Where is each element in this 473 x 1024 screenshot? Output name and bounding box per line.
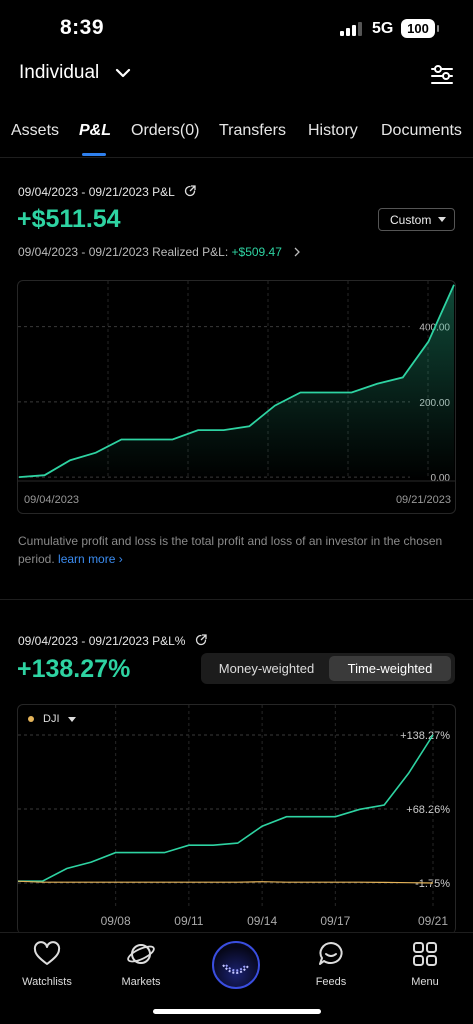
grid-icon <box>413 942 437 966</box>
nav-watchlists[interactable]: Watchlists <box>7 941 87 988</box>
tab-transfers[interactable]: Transfers <box>219 122 286 140</box>
account-selector[interactable]: Individual <box>19 62 99 84</box>
x-start-label: 09/04/2023 <box>24 494 79 506</box>
caret-down-icon <box>438 217 446 222</box>
learn-more-link[interactable]: learn more › <box>58 552 123 566</box>
tab-pnl[interactable]: P&L <box>79 122 111 140</box>
pnl-pct-chart-svg: +138.27%+68.26%-1.75%09/08 09/11 09/14 09/1… <box>18 705 450 928</box>
pnl-description: Cumulative profit and loss is the total … <box>18 532 458 568</box>
weighting-toggle: Money-weighted Time-weighted <box>201 653 455 684</box>
benchmark-dot-icon <box>28 716 34 722</box>
caret-down-icon <box>67 716 76 722</box>
pnl-area-fill <box>19 284 454 479</box>
tab-history[interactable]: History <box>308 122 358 140</box>
tab-active-indicator <box>82 153 106 156</box>
cellular-signal-icon <box>340 22 362 36</box>
learn-more-label: learn more <box>58 552 116 566</box>
realized-pnl-label: 09/04/2023 - 09/21/2023 Realized P&L: <box>18 245 229 259</box>
y-tick-label: +138.27% <box>400 730 450 742</box>
nav-markets[interactable]: Markets <box>101 941 181 988</box>
pnl-pct-value: +138.27% <box>17 655 131 683</box>
x-tick-label: 09/17 <box>320 914 350 928</box>
moomoo-logo-icon[interactable] <box>212 941 260 989</box>
nav-menu[interactable]: Menu <box>385 941 465 988</box>
heart-icon <box>33 941 61 965</box>
x-end-label: 09/21/2023 <box>396 494 451 506</box>
benchmark-selector[interactable]: DJI <box>28 713 76 725</box>
pnl-pct-chart[interactable]: +138.27% +68.26% -1.75% 09/08 09/11 09/14 09/1… <box>17 704 456 934</box>
status-bar: 8:39 5G 100 <box>0 0 473 56</box>
money-weighted-option[interactable]: Money-weighted <box>205 656 328 681</box>
clock: 8:39 <box>60 16 105 39</box>
nav-watchlists-label: Watchlists <box>22 976 72 988</box>
share-icon[interactable] <box>184 185 196 197</box>
account-header: Individual <box>0 58 473 92</box>
pnl-chart[interactable]: 0.00200.00400.0009/04/202309/21/2023 <box>17 280 456 514</box>
benchmark-label: DJI <box>43 713 60 725</box>
section-divider <box>0 599 473 600</box>
pnl-range-text: 09/04/2023 - 09/21/2023 P&L <box>18 185 175 199</box>
date-range-select-label: Custom <box>390 213 432 227</box>
chat-bubble-icon <box>319 942 343 965</box>
pnl-pct-series-line <box>18 734 434 882</box>
nav-feeds-label: Feeds <box>315 976 347 988</box>
pnl-chart-svg: 0.00200.00400.0009/04/202309/21/2023 <box>18 281 455 506</box>
nav-feeds[interactable]: Feeds <box>291 941 371 988</box>
x-tick-label: 09/08 <box>101 914 131 928</box>
x-tick-label: 09/21 <box>418 914 448 928</box>
x-tick-label: 09/14 <box>247 914 277 928</box>
tab-documents[interactable]: Documents <box>381 122 462 140</box>
nav-menu-label: Menu <box>411 976 439 988</box>
x-tick-label: 09/11 <box>174 914 203 928</box>
pnl-range-label: 09/04/2023 - 09/21/2023 P&L <box>18 185 196 199</box>
home-indicator <box>153 1009 321 1014</box>
settings-sliders-icon[interactable] <box>429 62 455 88</box>
pnl-pct-range-text: 09/04/2023 - 09/21/2023 P&L% <box>18 634 186 648</box>
time-weighted-option[interactable]: Time-weighted <box>329 656 451 681</box>
share-icon[interactable] <box>195 634 207 646</box>
pnl-pct-range-label: 09/04/2023 - 09/21/2023 P&L% <box>18 634 207 648</box>
battery-icon: 100 <box>401 19 439 38</box>
dji-series-line <box>18 880 434 884</box>
pnl-value: +$511.54 <box>17 205 121 233</box>
tab-assets[interactable]: Assets <box>11 122 59 140</box>
realized-pnl-value: +$509.47 <box>231 245 282 259</box>
nav-markets-label: Markets <box>121 976 161 988</box>
chevron-down-icon[interactable] <box>114 66 132 80</box>
y-tick-label: +68.26% <box>406 804 450 816</box>
tab-orders[interactable]: Orders(0) <box>131 122 199 140</box>
chevron-right-icon <box>294 247 301 257</box>
date-range-select[interactable]: Custom <box>378 208 455 231</box>
realized-pnl-row[interactable]: 09/04/2023 - 09/21/2023 Realized P&L: +$… <box>18 245 301 259</box>
network-type: 5G <box>372 20 394 37</box>
planet-icon <box>127 944 155 964</box>
moomoo-smile-icon <box>222 964 250 974</box>
account-tabs: Assets P&L Orders(0) Transfers History D… <box>0 112 473 158</box>
